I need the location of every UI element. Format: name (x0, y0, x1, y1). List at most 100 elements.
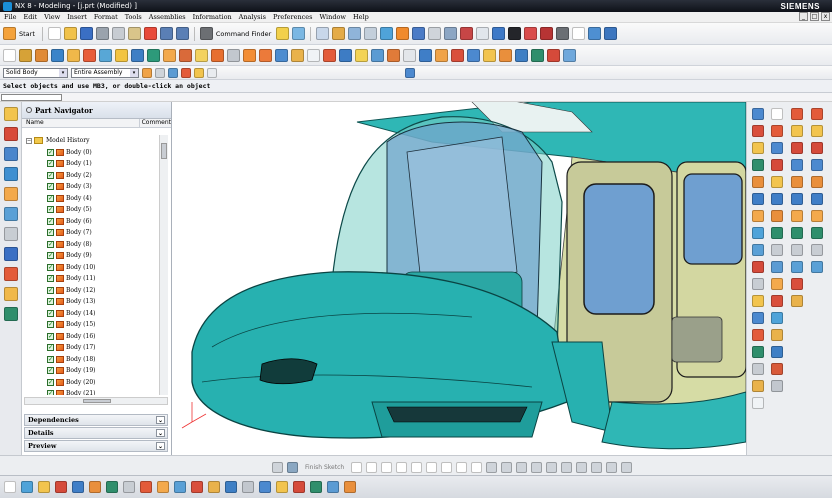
preview-panel[interactable]: Preview ⌄ (24, 440, 168, 452)
extrude-icon[interactable] (19, 48, 32, 62)
scroll-thumb[interactable] (161, 143, 167, 159)
body-row[interactable]: ✓ Body (13) (22, 296, 159, 308)
surface-grid-icon[interactable] (771, 278, 783, 290)
deselect-icon[interactable] (181, 67, 191, 78)
dependencies-panel[interactable]: Dependencies ⌄ (24, 414, 168, 426)
visibility-checkbox[interactable]: ✓ (47, 263, 54, 271)
filter-icon[interactable] (142, 67, 152, 78)
helicopter-model[interactable] (172, 102, 746, 455)
menu-format[interactable]: Format (94, 13, 118, 21)
menu-preferences[interactable]: Preferences (273, 13, 313, 21)
reuse-library-icon[interactable] (3, 167, 18, 181)
divide-face-icon[interactable] (791, 244, 803, 256)
chevron-down-icon[interactable]: ⌄ (156, 416, 165, 424)
cylinder-icon[interactable] (811, 125, 823, 137)
ellipse-icon[interactable] (752, 227, 764, 239)
wireframe-icon[interactable] (310, 481, 322, 493)
visibility-checkbox[interactable]: ✓ (47, 378, 54, 386)
ruled-icon[interactable] (771, 295, 783, 307)
body-row[interactable]: ✓ Body (21) (22, 388, 159, 395)
shell-icon[interactable] (275, 48, 288, 62)
menu-assemblies[interactable]: Assemblies (149, 13, 186, 21)
body-row[interactable]: ✓ Body (20) (22, 377, 159, 389)
graphics-window[interactable] (172, 102, 746, 455)
constraint-icon[interactable] (606, 461, 618, 473)
pattern-icon[interactable] (307, 48, 320, 62)
sphere-icon[interactable] (811, 159, 823, 171)
visibility-checkbox[interactable]: ✓ (47, 286, 54, 294)
block-icon[interactable] (811, 108, 823, 120)
mirror-icon[interactable] (323, 48, 336, 62)
close-section-icon[interactable] (460, 27, 474, 40)
fill-surface-icon[interactable] (791, 142, 803, 154)
divide-curve-icon[interactable] (771, 176, 783, 188)
chamfer-icon[interactable] (259, 48, 272, 62)
swept-icon[interactable] (771, 329, 783, 341)
select-all-icon[interactable] (168, 67, 178, 78)
body-row[interactable]: ✓ Body (14) (22, 308, 159, 320)
menu-view[interactable]: View (44, 13, 60, 21)
select-arrow-icon[interactable] (4, 481, 16, 493)
thicken-icon[interactable] (355, 48, 368, 62)
reset-filter-icon[interactable] (155, 67, 165, 78)
section-surface-icon[interactable] (771, 346, 783, 358)
selection-box-icon[interactable] (207, 67, 217, 78)
cone-icon[interactable] (811, 142, 823, 154)
zoom-icon[interactable] (476, 27, 490, 40)
unite-icon[interactable] (163, 48, 176, 62)
chamfer-icon[interactable] (426, 461, 438, 473)
face-blend-icon[interactable] (515, 48, 528, 62)
rectangle-icon[interactable] (441, 461, 453, 473)
transform-icon[interactable] (191, 481, 203, 493)
dimension-icon[interactable] (591, 461, 603, 473)
through-curves-icon[interactable] (771, 312, 783, 324)
body-row[interactable]: ✓ Body (11) (22, 273, 159, 285)
n-sided-icon[interactable] (771, 363, 783, 375)
binoculars-icon[interactable] (199, 27, 213, 40)
body-row[interactable]: ✓ Body (19) (22, 365, 159, 377)
close-button[interactable]: x (821, 12, 830, 21)
assembly-icon[interactable] (563, 48, 576, 62)
body-row[interactable]: ✓ Body (10) (22, 262, 159, 274)
start-button[interactable]: Start (19, 30, 35, 38)
paste-icon[interactable] (127, 27, 141, 40)
visibility-checkbox[interactable]: ✓ (47, 194, 54, 202)
scope-select[interactable]: Entire Assembly ▾ (71, 67, 139, 78)
blank-icon[interactable] (208, 481, 220, 493)
visibility-checkbox[interactable]: ✓ (47, 298, 54, 306)
orient-icon[interactable] (588, 27, 602, 40)
tube-icon[interactable] (811, 176, 823, 188)
visibility-checkbox[interactable]: ✓ (47, 367, 54, 375)
groove-icon[interactable] (147, 48, 160, 62)
offset-face-icon[interactable] (339, 48, 352, 62)
law-extension-icon[interactable] (791, 176, 803, 188)
menu-file[interactable]: File (4, 13, 17, 21)
hole-icon[interactable] (67, 48, 80, 62)
extension-icon[interactable] (791, 159, 803, 171)
visibility-checkbox[interactable]: ✓ (47, 344, 54, 352)
boss-icon[interactable] (83, 48, 96, 62)
body-row[interactable]: ✓ Body (12) (22, 285, 159, 297)
web-browser-icon[interactable] (3, 207, 18, 221)
tree-horizontal-scrollbar[interactable] (24, 397, 168, 405)
menu-help[interactable]: Help (353, 13, 369, 21)
clip-section-icon[interactable] (344, 481, 356, 493)
group-icon[interactable] (21, 481, 33, 493)
trim-sheet-icon[interactable] (791, 210, 803, 222)
history-icon[interactable] (3, 227, 18, 241)
intersect-icon[interactable] (195, 48, 208, 62)
styled-blend-icon[interactable] (531, 48, 544, 62)
show-icon[interactable] (225, 481, 237, 493)
point-icon[interactable] (752, 176, 764, 188)
scale-icon[interactable] (435, 48, 448, 62)
wcs-icon[interactable] (348, 27, 362, 40)
system-scenes-icon[interactable] (3, 307, 18, 321)
arc-icon[interactable] (381, 461, 393, 473)
rib-icon[interactable] (499, 48, 512, 62)
line-icon[interactable] (752, 108, 764, 120)
project-curve-icon[interactable] (752, 295, 764, 307)
visibility-checkbox[interactable]: ✓ (47, 183, 54, 191)
menu-analysis[interactable]: Analysis (239, 13, 266, 21)
finish-sketch-icon[interactable] (287, 461, 298, 473)
model-history-node[interactable]: − Model History (22, 135, 159, 147)
